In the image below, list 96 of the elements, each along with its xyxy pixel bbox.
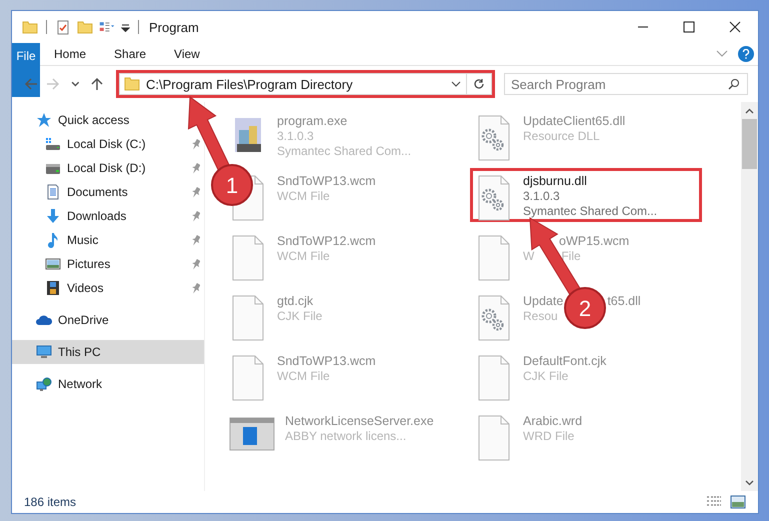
monitor-icon — [36, 344, 52, 360]
file-name: SndToWP13.wcm — [277, 354, 376, 369]
caret-icon — [71, 80, 79, 88]
sidebar-label: Network — [58, 377, 102, 391]
document-icon — [45, 184, 61, 200]
file-detail: 3.1.0.3 — [523, 189, 560, 204]
file-name: oWP15.wcm — [559, 234, 630, 249]
file-name: SndToWP13.wcm — [277, 174, 376, 189]
pin-icon[interactable] — [191, 186, 200, 198]
address-field[interactable]: C:\Program Files\Program Directory — [119, 73, 467, 95]
file-detail: ABBY network licens... — [285, 429, 406, 444]
file-name: UpdateClient65.dll — [523, 114, 626, 129]
file-name: program.exe — [277, 114, 348, 129]
sidebar-item[interactable]: Downloads — [12, 204, 204, 228]
sidebar-item[interactable]: This PC — [12, 340, 204, 364]
sidebar-item[interactable]: Videos — [12, 276, 204, 300]
folder-icon — [124, 77, 140, 91]
file-name: Update — [523, 294, 564, 309]
sidebar-item[interactable]: Pictures — [12, 252, 204, 276]
film-icon — [45, 280, 61, 296]
properties-icon[interactable] — [55, 19, 71, 35]
pin-icon[interactable] — [191, 138, 200, 150]
file-detail: Resource DLL — [523, 129, 600, 144]
dropdown-caret-icon[interactable] — [451, 80, 461, 88]
pin-icon[interactable] — [191, 234, 200, 246]
window-title: Program — [149, 20, 199, 34]
arrow-icon — [46, 77, 60, 91]
ribbon-tab[interactable]: Share — [100, 43, 160, 65]
ribbon-tab[interactable]: View — [160, 43, 214, 65]
pin-icon[interactable] — [191, 282, 200, 294]
maximize-icon — [683, 21, 695, 33]
file-name: djsburnu.dll — [523, 174, 587, 189]
picture-icon — [45, 256, 61, 272]
highlighted-file-item[interactable]: djsburnu.dll 3.1.0.3 Symantec Shared Com... — [470, 168, 702, 222]
file-detail: WCM File — [277, 369, 330, 384]
arrow-icon — [24, 77, 38, 91]
sidebar-item[interactable]: Quick access — [12, 108, 134, 132]
file-detail: WCM File — [277, 189, 330, 204]
sidebar-label: Documents — [67, 185, 128, 199]
sidebar-label: Music — [67, 233, 98, 247]
expand-ribbon-icon[interactable] — [716, 50, 728, 58]
dropdown-icon[interactable] — [121, 22, 130, 32]
pin-icon[interactable] — [191, 162, 200, 174]
file-name: SndToWP12.wcm — [277, 234, 376, 249]
sidebar-item[interactable]: Local Disk (D:) — [12, 156, 204, 180]
drive-icon — [45, 136, 61, 152]
star-icon — [36, 112, 52, 128]
file-name: t65.dll — [607, 294, 641, 309]
sidebar-label: OneDrive — [58, 313, 109, 327]
up-caret-icon — [745, 108, 754, 114]
file-detail: CJK File — [277, 309, 322, 324]
scrollbar-thumb[interactable] — [742, 119, 757, 169]
file-detail: Symantec Shared Com... — [277, 144, 412, 159]
sidebar-item[interactable]: OneDrive — [12, 308, 113, 332]
sidebar-label: Videos — [67, 281, 104, 295]
file-detail: Resou — [523, 309, 558, 324]
file-detail: W — [523, 249, 534, 264]
address-text: C:\Program Files\Program Directory — [146, 76, 353, 92]
file-menu-tab[interactable]: File — [12, 43, 40, 97]
file-detail: WCM File — [277, 249, 330, 264]
sidebar-label: Pictures — [67, 257, 110, 271]
pin-icon[interactable] — [191, 210, 200, 222]
ribbon-tab[interactable]: Home — [40, 43, 100, 65]
pin-icon[interactable] — [191, 258, 200, 270]
file-detail: CJK File — [523, 369, 568, 384]
sidebar-item[interactable]: Local Disk (C:) — [12, 132, 204, 156]
file-name: DefaultFont.cjk — [523, 354, 606, 369]
sidebar-label: Local Disk (C:) — [67, 137, 146, 151]
network-icon — [36, 376, 52, 392]
down-caret-icon — [745, 480, 754, 486]
item-count: 186 items — [24, 495, 76, 509]
sidebar-label: Quick access — [58, 113, 130, 127]
sidebar-item[interactable]: Documents — [12, 180, 204, 204]
file-detail: WRD File — [523, 429, 574, 444]
search-field[interactable]: Search Program — [504, 73, 748, 95]
file-name: Arabic.wrd — [523, 414, 582, 429]
file-detail: File — [561, 249, 581, 264]
large-icons-view-icon[interactable] — [730, 495, 746, 509]
file-detail: Symantec Shared Com... — [523, 204, 658, 219]
sidebar-item[interactable]: Music — [12, 228, 204, 252]
question-mark-icon — [742, 49, 750, 59]
sidebar-label: Downloads — [67, 209, 126, 223]
refresh-icon — [473, 78, 485, 90]
file-detail: 3.1.0.3 — [277, 129, 314, 144]
sidebar-item[interactable]: Network — [12, 372, 106, 396]
sidebar-label: This PC — [58, 345, 101, 359]
step-badge: 1 — [211, 164, 253, 206]
close-icon — [729, 21, 741, 33]
file-name: NetworkLicenseServer.exe — [285, 414, 434, 429]
arrow-icon — [90, 77, 104, 91]
down-arrow-icon — [45, 208, 61, 224]
refresh-button[interactable] — [467, 73, 492, 95]
sidebar-label: Local Disk (D:) — [67, 161, 146, 175]
help-button[interactable] — [738, 46, 754, 62]
file-name: gtd.cjk — [277, 294, 314, 309]
step-badge: 2 — [564, 287, 606, 329]
